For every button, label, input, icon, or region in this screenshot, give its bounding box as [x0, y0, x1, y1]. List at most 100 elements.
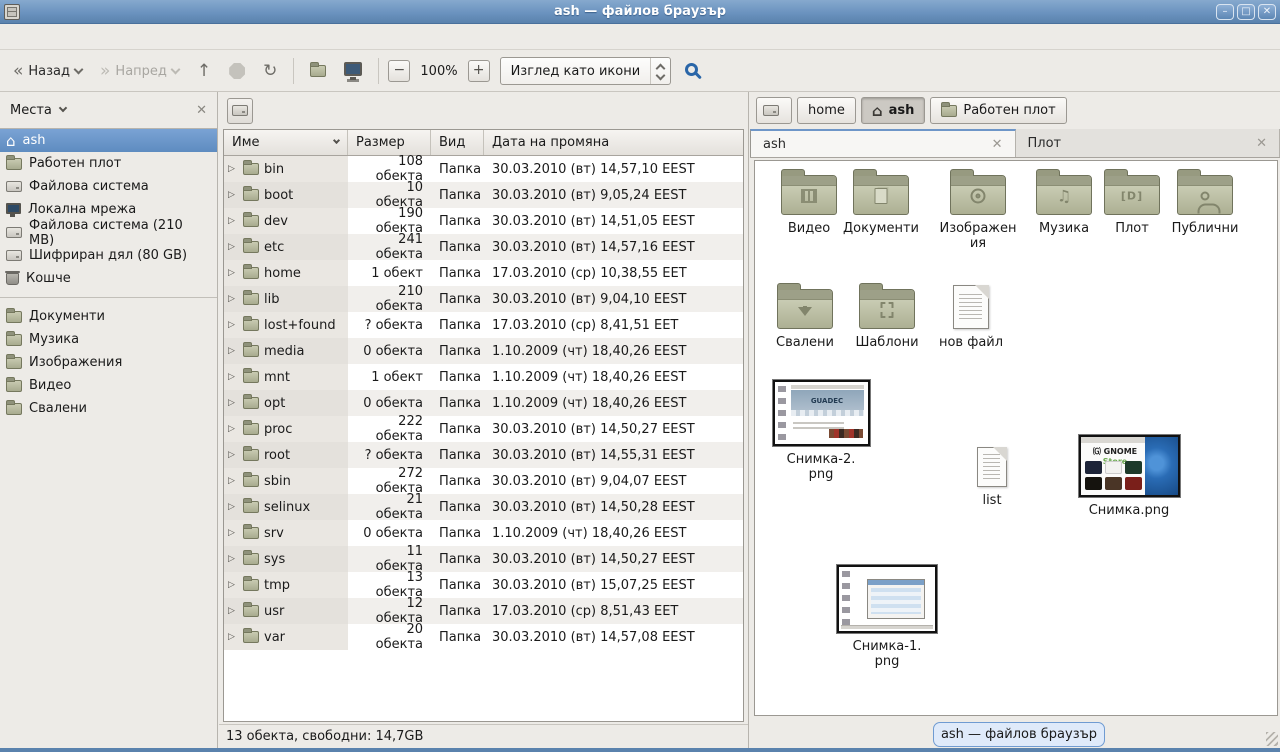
- table-row[interactable]: ▷ selinux 21 обекта Папка 30.03.2010 (вт…: [224, 494, 743, 520]
- menu-item[interactable]: [88, 34, 106, 40]
- up-button[interactable]: ↑: [190, 57, 218, 85]
- folder-item[interactable]: Публични: [1159, 169, 1251, 236]
- tab-close-icon[interactable]: ✕: [992, 137, 1003, 152]
- sidebar-item[interactable]: [0, 290, 217, 298]
- breadcrumb-button[interactable]: [756, 97, 792, 124]
- root-location-button[interactable]: [227, 98, 253, 124]
- sidebar-item[interactable]: Видео: [0, 374, 217, 397]
- table-row[interactable]: ▷ proc 222 обекта Папка 30.03.2010 (вт) …: [224, 416, 743, 442]
- expander-icon[interactable]: ▷: [228, 268, 238, 278]
- breadcrumb-button[interactable]: home: [797, 97, 856, 124]
- zoom-out-button[interactable]: −: [388, 60, 410, 82]
- forward-dropdown-icon[interactable]: [170, 64, 180, 74]
- stop-button[interactable]: [222, 59, 252, 83]
- table-row[interactable]: ▷ dev 190 обекта Папка 30.03.2010 (вт) 1…: [224, 208, 743, 234]
- titlebar[interactable]: ash — файлов браузър – □ ✕: [0, 0, 1280, 24]
- table-row[interactable]: ▷ etc 241 обекта Папка 30.03.2010 (вт) 1…: [224, 234, 743, 260]
- menu-item[interactable]: [108, 34, 126, 40]
- maximize-button[interactable]: □: [1237, 4, 1255, 20]
- expander-icon[interactable]: ▷: [228, 372, 238, 382]
- table-row[interactable]: ▷ lost+found ? обекта Папка 17.03.2010 (…: [224, 312, 743, 338]
- expander-icon[interactable]: ▷: [228, 476, 238, 486]
- menu-item[interactable]: [48, 34, 66, 40]
- table-row[interactable]: ▷ home 1 обект Папка 17.03.2010 (ср) 10,…: [224, 260, 743, 286]
- home-button[interactable]: [303, 61, 333, 81]
- sidebar-item[interactable]: Кошче: [0, 267, 217, 290]
- sidebar-close-icon[interactable]: ✕: [196, 103, 207, 118]
- sidebar-item[interactable]: Файлова система: [0, 175, 217, 198]
- column-header-type[interactable]: Вид: [431, 130, 484, 155]
- sidebar-title[interactable]: Места: [10, 103, 52, 118]
- table-row[interactable]: ▷ tmp 13 обекта Папка 30.03.2010 (вт) 15…: [224, 572, 743, 598]
- menu-item[interactable]: [28, 34, 46, 40]
- close-button[interactable]: ✕: [1258, 4, 1276, 20]
- expander-icon[interactable]: ▷: [228, 190, 238, 200]
- sidebar-dropdown-icon[interactable]: [59, 104, 67, 112]
- table-row[interactable]: ▷ sbin 272 обекта Папка 30.03.2010 (вт) …: [224, 468, 743, 494]
- breadcrumb-button[interactable]: Работен плот: [930, 97, 1066, 124]
- image-item-snimka[interactable]: 🄖 GNOME Store Снимка.png: [1036, 435, 1222, 518]
- sidebar-item[interactable]: Музика: [0, 328, 217, 351]
- table-row[interactable]: ▷ mnt 1 обект Папка 1.10.2009 (чт) 18,40…: [224, 364, 743, 390]
- sidebar-item[interactable]: Шифриран дял (80 GB): [0, 244, 217, 267]
- sidebar-item[interactable]: Свалени: [0, 397, 217, 420]
- breadcrumb-button[interactable]: ⌂ ash: [861, 97, 926, 124]
- reload-button[interactable]: ↻: [256, 57, 284, 85]
- table-row[interactable]: ▷ boot 10 обекта Папка 30.03.2010 (вт) 9…: [224, 182, 743, 208]
- expander-icon[interactable]: ▷: [228, 294, 238, 304]
- folder-item[interactable]: Документи: [835, 169, 927, 236]
- computer-button[interactable]: [337, 58, 369, 84]
- back-dropdown-icon[interactable]: [74, 64, 84, 74]
- expander-icon[interactable]: ▷: [228, 606, 238, 616]
- file-item-list[interactable]: list: [946, 447, 1038, 508]
- folder-item[interactable]: Свалени: [759, 283, 851, 350]
- tab-close-icon[interactable]: ✕: [1256, 136, 1267, 151]
- column-header-size[interactable]: Размер: [348, 130, 431, 155]
- expander-icon[interactable]: ▷: [228, 216, 238, 226]
- tab[interactable]: Плот ✕: [1016, 129, 1280, 157]
- expander-icon[interactable]: ▷: [228, 242, 238, 252]
- table-row[interactable]: ▷ srv 0 обекта Папка 1.10.2009 (чт) 18,4…: [224, 520, 743, 546]
- sidebar-item[interactable]: Документи: [0, 305, 217, 328]
- sidebar-item[interactable]: Работен плот: [0, 152, 217, 175]
- menu-item[interactable]: [68, 34, 86, 40]
- expander-icon[interactable]: ▷: [228, 346, 238, 356]
- minimize-button[interactable]: –: [1216, 4, 1234, 20]
- sidebar-item[interactable]: Файлова система (210 MB): [0, 221, 217, 244]
- file-item-new-file[interactable]: нов файл: [925, 283, 1017, 350]
- table-row[interactable]: ▷ media 0 обекта Папка 1.10.2009 (чт) 18…: [224, 338, 743, 364]
- folder-item[interactable]: Изображен ия: [932, 169, 1024, 251]
- window-list-tooltip[interactable]: ash — файлов браузър: [933, 722, 1105, 747]
- tab[interactable]: ash ✕: [750, 129, 1016, 157]
- table-row[interactable]: ▷ sys 11 обекта Папка 30.03.2010 (вт) 14…: [224, 546, 743, 572]
- sidebar-item[interactable]: Изображения: [0, 351, 217, 374]
- resize-grip[interactable]: [1266, 732, 1278, 746]
- expander-icon[interactable]: ▷: [228, 528, 238, 538]
- image-item-snimka1[interactable]: Снимка-1. png: [794, 565, 980, 669]
- table-row[interactable]: ▷ root ? обекта Папка 30.03.2010 (вт) 14…: [224, 442, 743, 468]
- table-row[interactable]: ▷ var 20 обекта Папка 30.03.2010 (вт) 14…: [224, 624, 743, 650]
- expander-icon[interactable]: ▷: [228, 398, 238, 408]
- forward-button[interactable]: » Напред: [93, 60, 186, 83]
- folder-item[interactable]: Шаблони: [841, 283, 933, 350]
- search-icon[interactable]: [685, 63, 698, 76]
- expander-icon[interactable]: ▷: [228, 450, 238, 460]
- expander-icon[interactable]: ▷: [228, 164, 238, 174]
- sidebar-item[interactable]: ⌂ ash: [0, 129, 217, 152]
- expander-icon[interactable]: ▷: [228, 632, 238, 642]
- expander-icon[interactable]: ▷: [228, 424, 238, 434]
- table-row[interactable]: ▷ bin 108 обекта Папка 30.03.2010 (вт) 1…: [224, 156, 743, 182]
- expander-icon[interactable]: ▷: [228, 502, 238, 512]
- view-mode-select[interactable]: Изглед като икони: [500, 57, 672, 85]
- column-header-date[interactable]: Дата на промяна: [484, 130, 743, 155]
- menu-item[interactable]: [8, 34, 26, 40]
- table-row[interactable]: ▷ usr 12 обекта Папка 17.03.2010 (ср) 8,…: [224, 598, 743, 624]
- expander-icon[interactable]: ▷: [228, 554, 238, 564]
- zoom-in-button[interactable]: +: [468, 60, 490, 82]
- image-item-snimka2[interactable]: GUADEC Снимка-2. png: [728, 380, 914, 482]
- combo-spinner-icon[interactable]: [650, 58, 664, 84]
- expander-icon[interactable]: ▷: [228, 320, 238, 330]
- expander-icon[interactable]: ▷: [228, 580, 238, 590]
- back-button[interactable]: « Назад: [6, 60, 89, 83]
- table-row[interactable]: ▷ lib 210 обекта Папка 30.03.2010 (вт) 9…: [224, 286, 743, 312]
